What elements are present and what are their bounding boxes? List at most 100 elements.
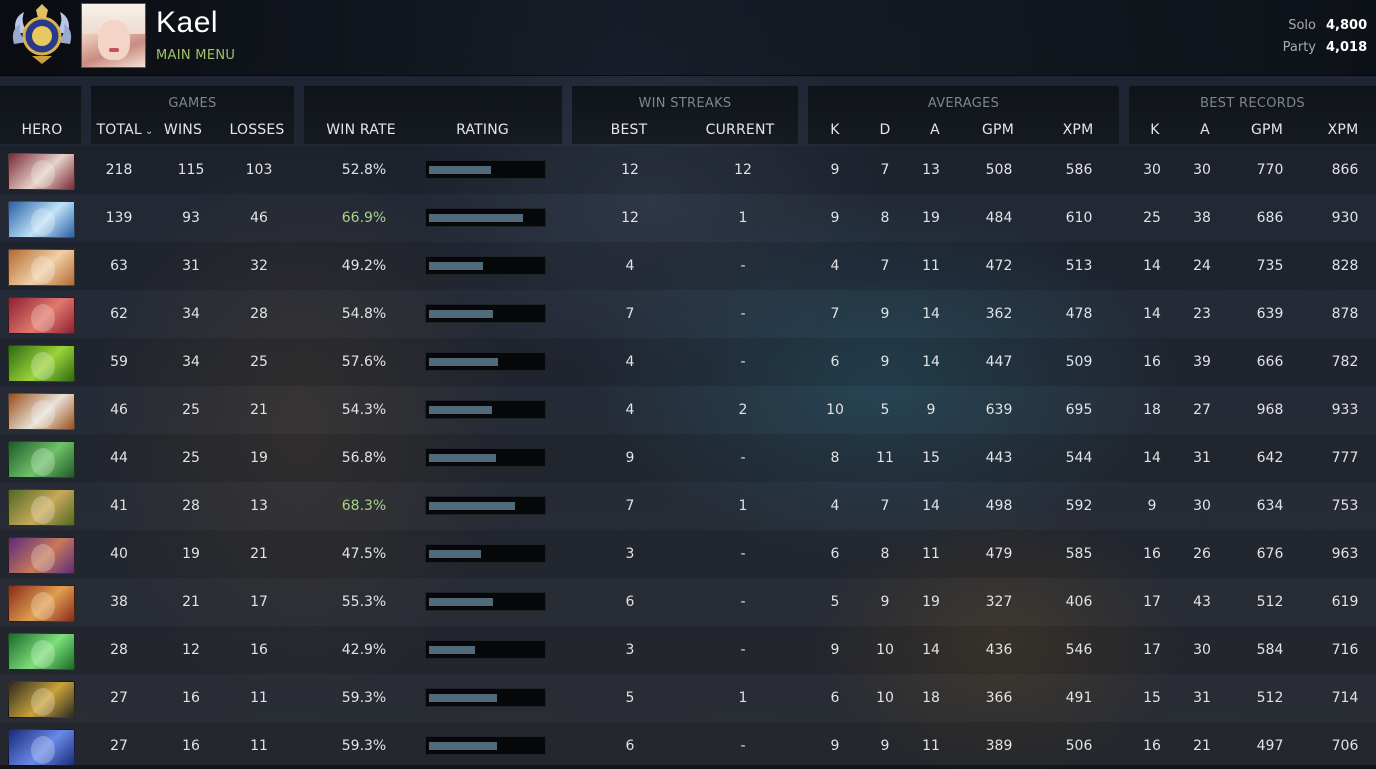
cell-avg-xpm: 506 [1065,738,1093,754]
cell-losses: 25 [250,354,268,370]
table-row[interactable]: 44 25 19 56.8% 9 - 8 11 15 443 544 14 31 642 777 [0,434,1376,482]
hero-portrait-icon[interactable] [8,297,75,334]
cell-rec-k: 17 [1143,642,1161,658]
cell-wins: 16 [182,690,200,706]
col-rating[interactable]: RATING [435,122,530,138]
cell-avg-k: 9 [830,642,840,658]
hero-portrait-icon[interactable] [8,249,75,286]
col-losses[interactable]: LOSSES [224,122,290,138]
col-avg-k[interactable]: K [820,122,850,138]
cell-current-streak: - [740,738,746,754]
col-best-streak[interactable]: BEST [599,122,659,138]
col-win-rate[interactable]: WIN RATE [316,122,406,138]
col-avg-xpm[interactable]: XPM [1055,122,1101,138]
cell-current-streak: - [740,642,746,658]
col-current-streak[interactable]: CURRENT [700,122,780,138]
cell-rec-xpm: 878 [1331,306,1359,322]
table-row[interactable]: 40 19 21 47.5% 3 - 6 8 11 479 585 16 26 676 963 [0,530,1376,578]
hero-portrait-icon[interactable] [8,441,75,478]
cell-avg-gpm: 508 [985,162,1013,178]
table-row[interactable]: 41 28 13 68.3% 7 1 4 7 14 498 592 9 30 634 753 [0,482,1376,530]
cell-avg-k: 6 [830,690,840,706]
cell-current-streak: 1 [738,690,748,706]
averages-group-title: AVERAGES [927,96,1000,111]
rating-bar [425,352,546,371]
table-row[interactable]: 218 115 103 52.8% 12 12 9 7 13 508 586 30 30 770 866 [0,146,1376,194]
rating-bar [425,448,546,467]
divider [0,765,1376,769]
col-avg-gpm[interactable]: GPM [975,122,1021,138]
cell-rec-xpm: 716 [1331,642,1359,658]
cell-avg-k: 9 [830,738,840,754]
cell-avg-gpm: 436 [985,642,1013,658]
cell-best-streak: 7 [625,306,635,322]
cell-avg-xpm: 546 [1065,642,1093,658]
cell-avg-a: 19 [922,210,940,226]
col-rec-k[interactable]: K [1140,122,1170,138]
cell-rec-k: 18 [1143,402,1161,418]
cell-total: 27 [110,738,128,754]
cell-best-streak: 9 [625,450,635,466]
cell-current-streak: 12 [734,162,752,178]
hero-portrait-icon[interactable] [8,489,75,526]
col-rec-a[interactable]: A [1190,122,1220,138]
rating-bar-fill [429,262,483,270]
hero-portrait-icon[interactable] [8,537,75,574]
player-avatar[interactable] [81,3,146,68]
cell-total: 218 [105,162,133,178]
cell-rec-k: 9 [1147,498,1157,514]
hero-portrait-icon[interactable] [8,633,75,670]
cell-avg-xpm: 513 [1065,258,1093,274]
cell-avg-a: 18 [922,690,940,706]
cell-rec-gpm: 666 [1256,354,1284,370]
cell-win-rate: 59.3% [341,690,387,706]
cell-wins: 31 [182,258,200,274]
col-rec-gpm[interactable]: GPM [1244,122,1290,138]
table-row[interactable]: 59 34 25 57.6% 4 - 6 9 14 447 509 16 39 666 782 [0,338,1376,386]
table-row[interactable]: 27 16 11 59.3% 5 1 6 10 18 366 491 15 31 512 714 [0,674,1376,722]
table-row[interactable]: 27 16 11 59.3% 6 - 9 9 11 389 506 16 21 497 706 [0,722,1376,769]
hero-portrait-icon[interactable] [8,345,75,382]
hero-portrait-icon[interactable] [8,681,75,718]
main-menu-link[interactable]: MAIN MENU [156,48,235,63]
hero-portrait-icon[interactable] [8,393,75,430]
cell-avg-d: 9 [880,354,890,370]
col-hero[interactable]: HERO [2,122,82,138]
mmr-party-label: Party [1282,39,1316,55]
player-name: Kael [156,6,219,39]
cell-rec-k: 15 [1143,690,1161,706]
cell-avg-d: 7 [880,162,890,178]
table-row[interactable]: 46 25 21 54.3% 4 2 10 5 9 639 695 18 27 968 933 [0,386,1376,434]
hero-portrait-icon[interactable] [8,729,75,766]
cell-avg-gpm: 639 [985,402,1013,418]
cell-rec-k: 14 [1143,258,1161,274]
cell-losses: 46 [250,210,268,226]
table-row[interactable]: 38 21 17 55.3% 6 - 5 9 19 327 406 17 43 512 619 [0,578,1376,626]
cell-losses: 28 [250,306,268,322]
mmr-solo: Solo 4,800 [1276,14,1367,36]
cell-rec-gpm: 770 [1256,162,1284,178]
col-avg-d[interactable]: D [870,122,900,138]
col-wins[interactable]: WINS [158,122,208,138]
col-avg-a[interactable]: A [920,122,950,138]
cell-avg-a: 19 [922,594,940,610]
hero-portrait-icon[interactable] [8,585,75,622]
table-row[interactable]: 139 93 46 66.9% 12 1 9 8 19 484 610 25 38 686 930 [0,194,1376,242]
cell-avg-gpm: 366 [985,690,1013,706]
rating-bar [425,208,546,227]
col-rec-xpm[interactable]: XPM [1320,122,1366,138]
games-group-title: GAMES [168,96,217,111]
table-row[interactable]: 28 12 16 42.9% 3 - 9 10 14 436 546 17 30 584 716 [0,626,1376,674]
hero-portrait-icon[interactable] [8,201,75,238]
table-row[interactable]: 63 31 32 49.2% 4 - 4 7 11 472 513 14 24 735 828 [0,242,1376,290]
table-row[interactable]: 62 34 28 54.8% 7 - 7 9 14 362 478 14 23 639 878 [0,290,1376,338]
cell-rec-a: 23 [1193,306,1211,322]
col-total[interactable]: TOTAL ⌄ [92,122,158,138]
cell-wins: 34 [182,354,200,370]
hero-portrait-icon[interactable] [8,153,75,190]
cell-rec-a: 31 [1193,690,1211,706]
cell-current-streak: - [740,594,746,610]
cell-rec-k: 30 [1143,162,1161,178]
cell-avg-k: 9 [830,210,840,226]
cell-avg-k: 4 [830,498,840,514]
